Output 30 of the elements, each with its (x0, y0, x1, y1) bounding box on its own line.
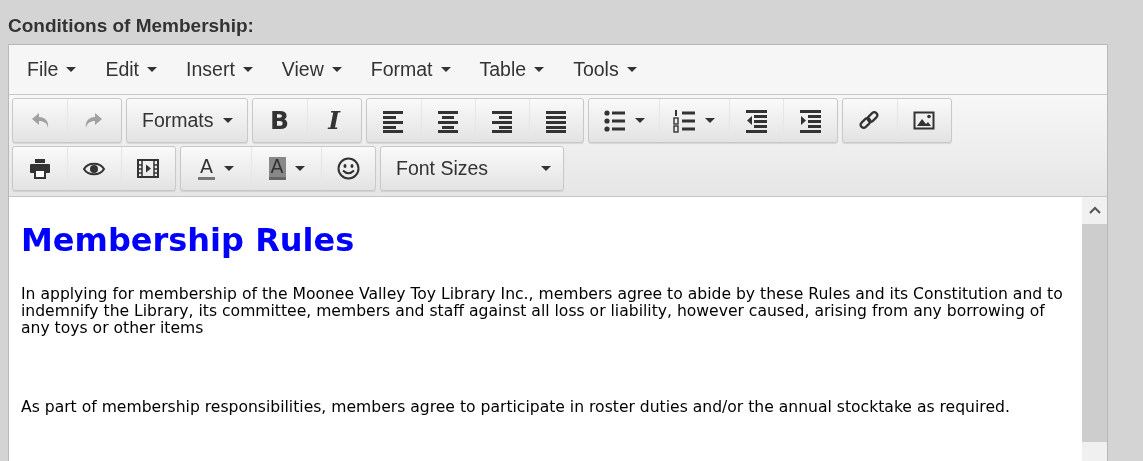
align-center-icon (436, 108, 460, 133)
content-heading: Membership Rules (21, 221, 356, 260)
bullet-list-icon (602, 108, 626, 133)
menu-item[interactable]: View (271, 54, 355, 85)
numbered-list-icon (673, 108, 696, 133)
smiley-icon (337, 156, 360, 181)
menu-item[interactable]: Tools (563, 54, 650, 85)
menu-item[interactable]: Edit (95, 54, 171, 85)
menu-item[interactable]: Format (360, 54, 464, 85)
printer-icon (28, 156, 52, 181)
justify-icon (544, 108, 568, 133)
background-color-button[interactable]: A (251, 147, 321, 190)
text-color-button[interactable]: A (181, 147, 251, 190)
formats-dropdown[interactable]: Formats (127, 99, 247, 142)
scrollbar-thumb[interactable] (1082, 224, 1107, 442)
outdent-icon (744, 108, 768, 133)
menu-item[interactable]: Table (469, 54, 558, 85)
font-size-dropdown[interactable]: Font Sizes (381, 147, 563, 190)
paragraph: In applying for membership of the Moonee Valley Toy Library Inc., members agree to abide by these Rules and its Constitution and to indemnify the Library, its committee, members and staff against all loss or liability, however caused, arising from any borrowing of any toys or other items (21, 286, 1064, 338)
menu-item[interactable]: Insert (176, 54, 266, 85)
scrollbar[interactable] (1082, 197, 1107, 461)
italic-button[interactable]: I (306, 99, 361, 142)
menu-item[interactable]: File (17, 54, 90, 85)
align-left-icon (382, 108, 405, 133)
align-right-icon (490, 108, 514, 133)
paragraph: As part of membership responsibilities, members agree to participate in roster duties and/or the annual stocktake as required. (21, 399, 1011, 417)
film-strip-icon (137, 156, 160, 181)
field-label: Conditions of Membership: (8, 15, 254, 37)
bold-button[interactable]: B (252, 99, 307, 142)
indent-icon (798, 108, 822, 133)
